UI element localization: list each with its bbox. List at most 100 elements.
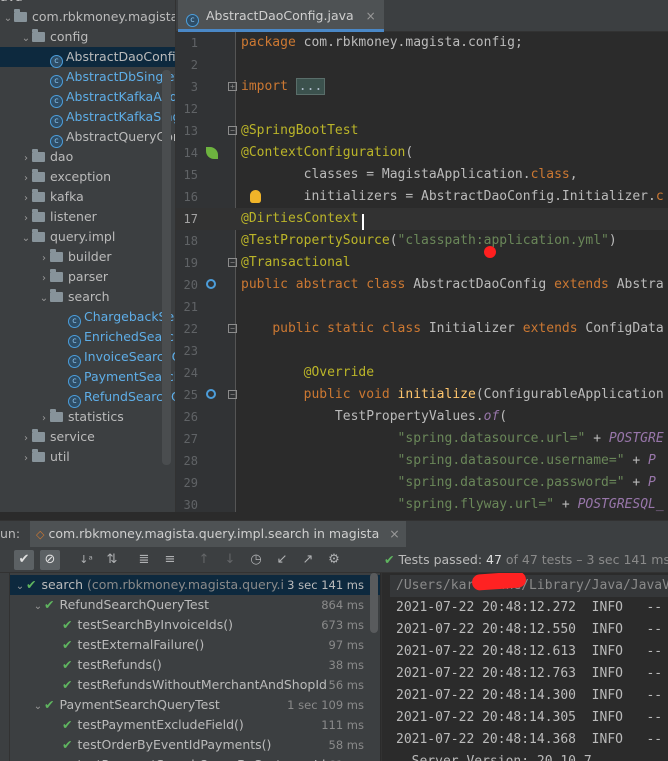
code-line[interactable]: 25 public void initialize(ConfigurableAp… (176, 384, 668, 406)
collapse-all-icon[interactable]: ≡ (160, 550, 180, 570)
project-tree-item[interactable]: › statistics (0, 407, 124, 427)
project-tree-item[interactable]: ⌄ query.impl (0, 227, 115, 247)
chevron-right-icon[interactable]: › (20, 149, 32, 169)
implemented-icon[interactable] (206, 279, 216, 289)
spring-leaf-icon[interactable] (206, 147, 218, 159)
chevron-right-icon[interactable]: › (20, 209, 32, 229)
code-line[interactable]: 17 @DirtiesContext (176, 208, 668, 230)
project-tree-item[interactable]: cPaymentSearchQueryTest (0, 367, 175, 388)
project-tree-item[interactable]: ⌄ com.rbkmoney.magista (0, 7, 175, 27)
override-icon[interactable] (206, 389, 216, 399)
project-tree-item[interactable]: cInvoiceSearchQueryTest (0, 347, 175, 368)
project-tree-item[interactable]: › listener (0, 207, 97, 227)
chevron-right-icon[interactable]: › (38, 409, 50, 429)
code-line[interactable]: 1 package com.rbkmoney.magista.config; (176, 32, 668, 54)
expand-all-icon[interactable]: ≣ (134, 550, 154, 570)
console-output[interactable]: /Users/karteowne/Library/Java/JavaV 2021-… (381, 573, 668, 761)
chevron-down-icon[interactable]: ⌄ (32, 697, 44, 717)
gear-icon[interactable]: ⚙ (324, 550, 344, 570)
project-tree-item[interactable]: › parser (0, 267, 108, 287)
run-tab[interactable]: ◇ com.rbkmoney.magista.query.impl.search… (30, 521, 406, 548)
project-tree-item[interactable]: cRefundSearchQueryTest (0, 387, 175, 408)
chevron-down-icon[interactable]: ⌄ (2, 9, 14, 29)
code-editor[interactable]: 1 package com.rbkmoney.magista.config; 2 3 i… (176, 32, 668, 512)
chevron-right-icon[interactable]: › (38, 249, 50, 269)
test-tree-row[interactable]: ✔ testOrderByEventIdPayments() 58 ms (10, 735, 380, 755)
close-icon[interactable]: × (389, 526, 399, 541)
test-results-tree[interactable]: ⌄ ✔ search (com.rbkmoney.magista.query.in 3… (0, 573, 380, 761)
code-line[interactable]: 19 @Transactional − (176, 252, 668, 274)
code-line[interactable]: 28 "spring.datasource.username=" + P (176, 450, 668, 472)
test-tree-row[interactable]: ⌄ ✔ RefundSearchQueryTest 864 ms (10, 595, 380, 615)
chevron-down-icon[interactable]: ⌄ (38, 289, 50, 309)
project-tree-scrollbar[interactable] (162, 70, 171, 465)
project-tree-item[interactable]: cAbstractKafkaAndDb (0, 87, 175, 108)
show-passed-icon[interactable]: ✔ (14, 550, 34, 570)
project-tree-item[interactable]: › dao (0, 147, 73, 167)
lightbulb-icon[interactable] (250, 190, 261, 203)
close-icon[interactable]: × (366, 9, 376, 23)
chevron-right-icon[interactable]: › (20, 189, 32, 209)
code-line[interactable]: 26 TestPropertyValues.of( (176, 406, 668, 428)
previous-failed-icon[interactable]: ↑ (194, 550, 214, 570)
next-failed-icon[interactable]: ↓ (220, 550, 240, 570)
code-line[interactable]: 29 "spring.datasource.password=" + P (176, 472, 668, 494)
project-tree-item[interactable]: › builder (0, 247, 112, 267)
code-line[interactable]: 2 (176, 54, 668, 76)
test-tree-row[interactable]: ✔ testRefunds() 38 ms (10, 655, 380, 675)
import-tests-icon[interactable]: ↙ (272, 550, 292, 570)
test-tree-row[interactable]: ✔ testRefundsWithoutMerchantAndShopId 56 m… (10, 675, 380, 695)
sort-alphabetically-icon[interactable]: ↓ᵃ (76, 550, 96, 570)
chevron-right-icon[interactable]: › (38, 269, 50, 289)
code-line[interactable]: 14 @ContextConfiguration( (176, 142, 668, 164)
test-tree-row[interactable]: ⌄ ✔ search (com.rbkmoney.magista.query.in 3… (10, 575, 380, 595)
project-tree-item[interactable]: › service (0, 427, 95, 447)
project-tree-item[interactable]: ⌄ config (0, 27, 88, 47)
project-tree-item[interactable]: › kafka (0, 187, 84, 207)
code-line[interactable]: 23 (176, 340, 668, 362)
code-line[interactable]: 15 classes = MagistaApplication.class, (176, 164, 668, 186)
project-tree-item[interactable]: ava (0, 0, 23, 7)
sort-by-duration-icon[interactable]: ⇅ (102, 550, 122, 570)
project-tree-item[interactable]: cAbstractDbSingleton (0, 67, 175, 88)
project-tree-item[interactable]: cAbstractQueryConfig (0, 127, 175, 148)
test-tree-row[interactable]: ⌄ ✔ PaymentSearchQueryTest 1 sec 109 ms (10, 695, 380, 715)
test-history-icon[interactable]: ◷ (246, 550, 266, 570)
test-tree-row[interactable]: ✔ testPaymentSearchQueryByCustomerId 61 ms (10, 755, 380, 761)
chevron-down-icon[interactable]: ⌄ (14, 577, 26, 597)
chevron-right-icon[interactable]: › (20, 169, 32, 189)
test-tree-row[interactable]: ✔ testExternalFailure() 97 ms (10, 635, 380, 655)
test-tree-row[interactable]: ✔ testSearchByInvoiceIds() 673 ms (10, 615, 380, 635)
collapse-fold-icon[interactable]: − (228, 324, 237, 333)
code-line[interactable]: 30 "spring.flyway.url=" + POSTGRESQL_ (176, 494, 668, 512)
chevron-right-icon[interactable]: › (20, 449, 32, 469)
collapse-fold-icon[interactable]: − (228, 390, 237, 399)
code-line[interactable]: 20 public abstract class AbstractDaoConfi… (176, 274, 668, 296)
collapse-fold-icon[interactable]: − (228, 258, 237, 267)
project-tree-item[interactable]: › util (0, 447, 70, 467)
editor-tab-abstractdaoconfig[interactable]: c AbstractDaoConfig.java × (178, 0, 384, 32)
folded-imports[interactable]: ... (295, 78, 326, 95)
code-line[interactable]: 22 public static class Initializer exten… (176, 318, 668, 340)
code-line[interactable]: 13 @SpringBootTest − (176, 120, 668, 142)
test-tree-scrollbar[interactable] (370, 573, 378, 633)
export-tests-icon[interactable]: ↗ (298, 550, 318, 570)
code-line[interactable]: 27 "spring.datasource.url=" + POSTGRE (176, 428, 668, 450)
project-tree-item[interactable]: ⌄ search (0, 287, 110, 307)
project-tree-item[interactable]: › exception (0, 167, 111, 187)
expand-fold-icon[interactable]: + (228, 82, 237, 91)
chevron-down-icon[interactable]: ⌄ (20, 229, 32, 249)
test-tree-row[interactable]: ✔ testPaymentExcludeField() 111 ms (10, 715, 380, 735)
code-line[interactable]: 18 @TestPropertySource("classpath:applica… (176, 230, 668, 252)
code-line[interactable]: 12 (176, 98, 668, 120)
chevron-down-icon[interactable]: ⌄ (32, 597, 44, 617)
code-line[interactable]: 3 import ... + (176, 76, 668, 98)
collapse-fold-icon[interactable]: − (228, 126, 237, 135)
chevron-right-icon[interactable]: › (20, 429, 32, 449)
code-line[interactable]: 21 (176, 296, 668, 318)
project-tree-item[interactable]: cAbstractKafkaSingleton (0, 107, 175, 128)
project-tree-item[interactable]: cChargebackSearchQueryTest (0, 307, 175, 328)
show-ignored-icon[interactable]: ⊘ (40, 550, 60, 570)
project-tree-item[interactable]: cEnrichedSearchQueryTest (0, 327, 175, 348)
project-tree-item[interactable]: c AbstractDaoConfig (0, 47, 175, 68)
